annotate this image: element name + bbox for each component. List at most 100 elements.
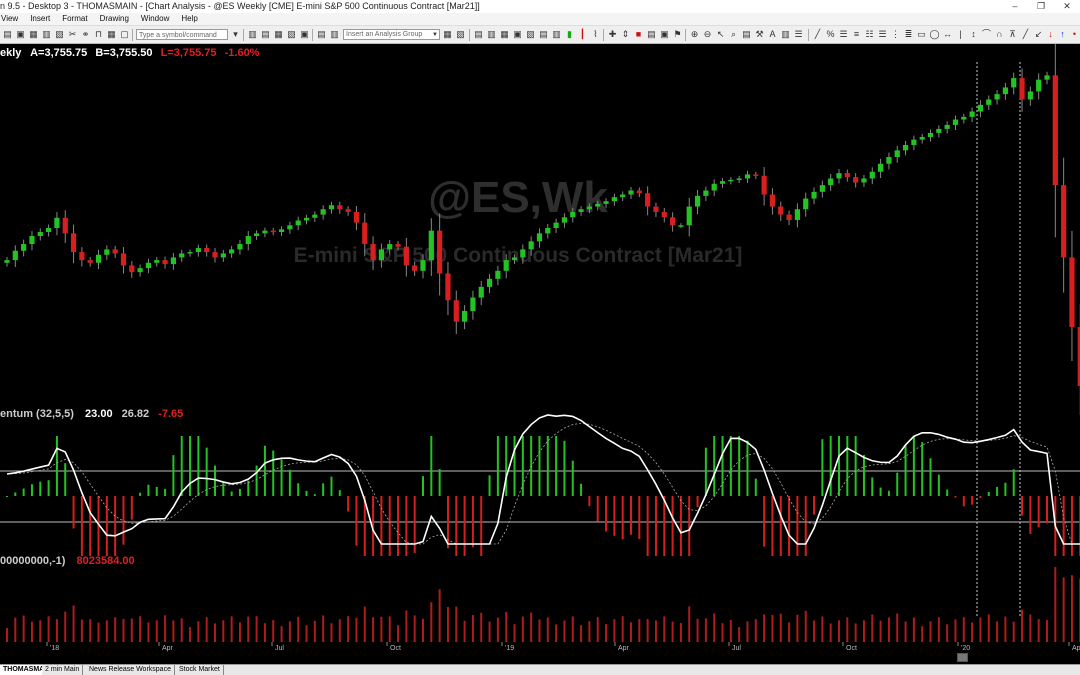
price-candle (179, 253, 185, 258)
price-candle (894, 150, 900, 158)
up-arrow-icon[interactable]: ↑ (1057, 29, 1068, 40)
lock-icon[interactable]: ⊓ (93, 29, 104, 40)
time-scroll-thumb[interactable] (957, 653, 968, 662)
analysis-icon[interactable]: ▦ (442, 29, 453, 40)
candles-icon[interactable]: ▮ (564, 29, 575, 40)
flag-icon[interactable]: ⚑ (672, 29, 683, 40)
insert-paintbar-icon[interactable]: ▣ (512, 29, 523, 40)
window-icon[interactable]: ▢ (119, 29, 130, 40)
tab-stock-market[interactable]: Stock Market (176, 665, 224, 675)
pointer-icon[interactable]: ↖ (715, 29, 726, 40)
down-arrow-icon[interactable]: ↓ (1045, 29, 1056, 40)
format-icon[interactable]: ▧ (455, 29, 466, 40)
price-candle (586, 206, 592, 210)
insert-drawing-icon[interactable]: ▦ (499, 29, 510, 40)
arrow-icon[interactable]: ↙ (1033, 29, 1044, 40)
format-window-icon[interactable]: ▣ (659, 29, 670, 40)
horizontal-arrow-icon[interactable]: ↔ (942, 29, 953, 40)
template-icon[interactable]: ▤ (646, 29, 657, 40)
price-candle (462, 310, 468, 322)
scale-icon[interactable]: ⇕ (620, 29, 631, 40)
search-icon[interactable]: ⌕ (728, 29, 739, 40)
paint-icon[interactable]: ▥ (780, 29, 791, 40)
arc2-icon[interactable]: ∩ (994, 29, 1005, 40)
text-icon[interactable]: A (767, 29, 778, 40)
menu-drawing[interactable]: Drawing (94, 13, 135, 25)
radar-icon[interactable]: ▤ (260, 29, 271, 40)
scanner-icon[interactable]: ▦ (273, 29, 284, 40)
matrix-icon[interactable]: ▧ (286, 29, 297, 40)
horizontal-line-icon[interactable]: ≡ (851, 29, 862, 40)
line-icon[interactable]: ⌇ (590, 29, 601, 40)
layout-icon[interactable]: ▥ (329, 29, 340, 40)
open-folder-icon[interactable]: ▣ (15, 29, 26, 40)
tab-news-release-workspace[interactable]: News Release Workspace (86, 665, 175, 675)
momentum-signal-line (6, 422, 1080, 545)
news-icon[interactable]: ▣ (299, 29, 310, 40)
zoom-icon[interactable]: ⊕ (689, 29, 700, 40)
save-icon[interactable]: ▦ (28, 29, 39, 40)
menu-insert[interactable]: Insert (24, 13, 56, 25)
line-tool-icon[interactable]: ╱ (1020, 29, 1031, 40)
price-candle (536, 233, 543, 242)
momentum-bar (937, 474, 940, 496)
momentum-bar (105, 496, 108, 556)
vertical-arrow-icon[interactable]: ↕ (968, 29, 979, 40)
momentum-bar (663, 496, 666, 556)
zoom-out-icon[interactable]: ⊖ (702, 29, 713, 40)
insert-probability-icon[interactable]: ▤ (538, 29, 549, 40)
insert-indicator-icon[interactable]: ▤ (473, 29, 484, 40)
chart-analysis-window[interactable]: @ES,Wk E-mini S&P 500 Continuous Contrac… (0, 44, 1080, 664)
analysis-group-select[interactable]: Insert an Analysis Group ▼ (343, 29, 440, 40)
price-candle (212, 252, 218, 258)
menu-window[interactable]: Window (135, 13, 175, 25)
marker-icon[interactable]: • (1069, 29, 1080, 40)
close-button[interactable]: ✕ (1054, 0, 1080, 13)
restore-button[interactable]: ❐ (1028, 0, 1054, 13)
rectangle-icon[interactable]: ▭ (916, 29, 927, 40)
horizontal-lines-icon[interactable]: ☰ (838, 29, 849, 40)
insert-strategy-icon[interactable]: ▥ (486, 29, 497, 40)
toolbar-separator (603, 29, 604, 41)
copy-icon[interactable]: ▧ (54, 29, 65, 40)
hammer-icon[interactable]: ⚒ (754, 29, 765, 40)
price-candle (1011, 78, 1017, 88)
cross-hair-icon[interactable]: ✚ (607, 29, 618, 40)
vertical-line-icon[interactable]: | (955, 29, 966, 40)
symbol-command-input[interactable]: Type a symbol/command (136, 29, 228, 40)
channel-icon[interactable]: ⋮ (890, 29, 901, 40)
momentum-bar (139, 492, 142, 496)
symbol-lookup-icon[interactable]: ▾ (230, 29, 241, 40)
fib-icon[interactable]: ☷ (864, 29, 875, 40)
momentum-bar (596, 496, 599, 522)
insert-activity-icon[interactable]: ▥ (551, 29, 562, 40)
menu-help[interactable]: Help (175, 13, 203, 25)
data-window-icon[interactable]: ▤ (741, 29, 752, 40)
arc-icon[interactable]: ⌒ (981, 29, 992, 40)
grid-icon[interactable]: ▦ (106, 29, 117, 40)
new-file-icon[interactable]: ▤ (2, 29, 13, 40)
insert-showme-icon[interactable]: ▧ (525, 29, 536, 40)
price-candle (237, 244, 243, 250)
bars-icon[interactable]: ┃ (577, 29, 588, 40)
gann-icon[interactable]: ☰ (877, 29, 888, 40)
tab-2-min-main[interactable]: 2 min Main (42, 665, 84, 675)
ellipse-icon[interactable]: ◯ (929, 29, 940, 40)
percent-icon[interactable]: % (825, 29, 836, 40)
minimize-button[interactable]: – (1002, 0, 1028, 13)
color-icon[interactable]: ■ (633, 29, 644, 40)
link-icon[interactable]: ⚭ (80, 29, 91, 40)
speed-line-icon[interactable]: ⊼ (1007, 29, 1018, 40)
cut-icon[interactable]: ✂ (67, 29, 78, 40)
print-icon[interactable]: ▥ (41, 29, 52, 40)
regression-icon[interactable]: ≣ (903, 29, 914, 40)
trendline-icon[interactable]: ╱ (812, 29, 823, 40)
momentum-bar (638, 496, 641, 539)
chart-icon[interactable]: ▥ (247, 29, 258, 40)
menu-format[interactable]: Format (56, 13, 93, 25)
list-icon[interactable]: ☰ (793, 29, 804, 40)
menu-view[interactable]: View (0, 13, 24, 25)
chart-canvas[interactable]: @ES,Wk E-mini S&P 500 Continuous Contrac… (0, 44, 1080, 664)
momentum-bar (422, 476, 424, 496)
workspace-icon[interactable]: ▤ (316, 29, 327, 40)
